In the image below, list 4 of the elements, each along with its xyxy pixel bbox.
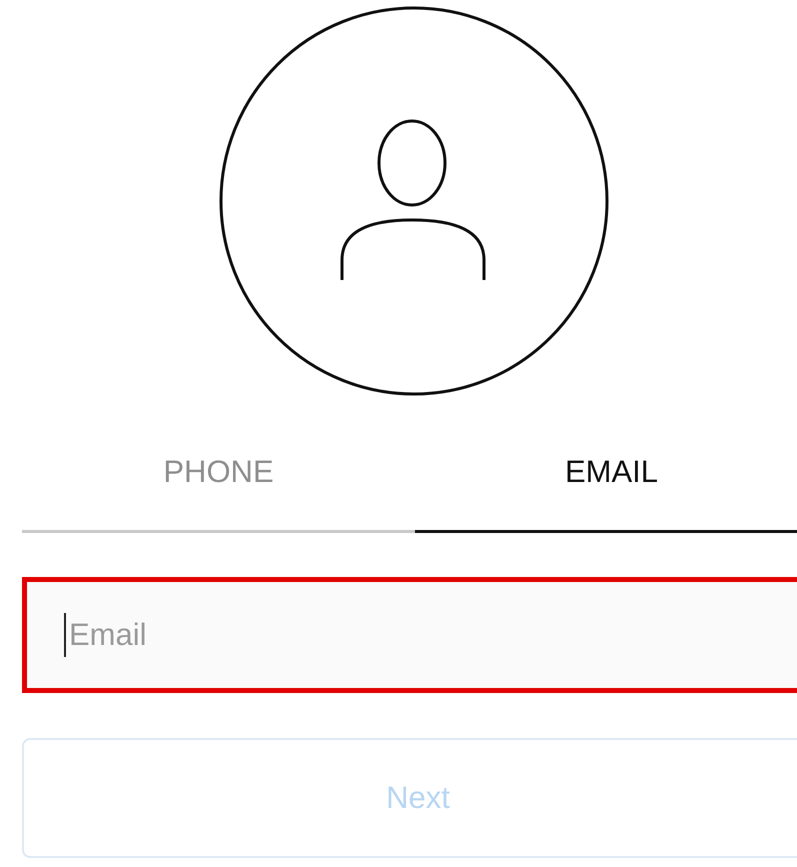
tab[interactable]: EMAIL [415, 445, 797, 533]
tab[interactable]: PHONE [22, 445, 415, 533]
avatar-icon [218, 5, 610, 397]
email-field[interactable]: Email [22, 577, 797, 693]
